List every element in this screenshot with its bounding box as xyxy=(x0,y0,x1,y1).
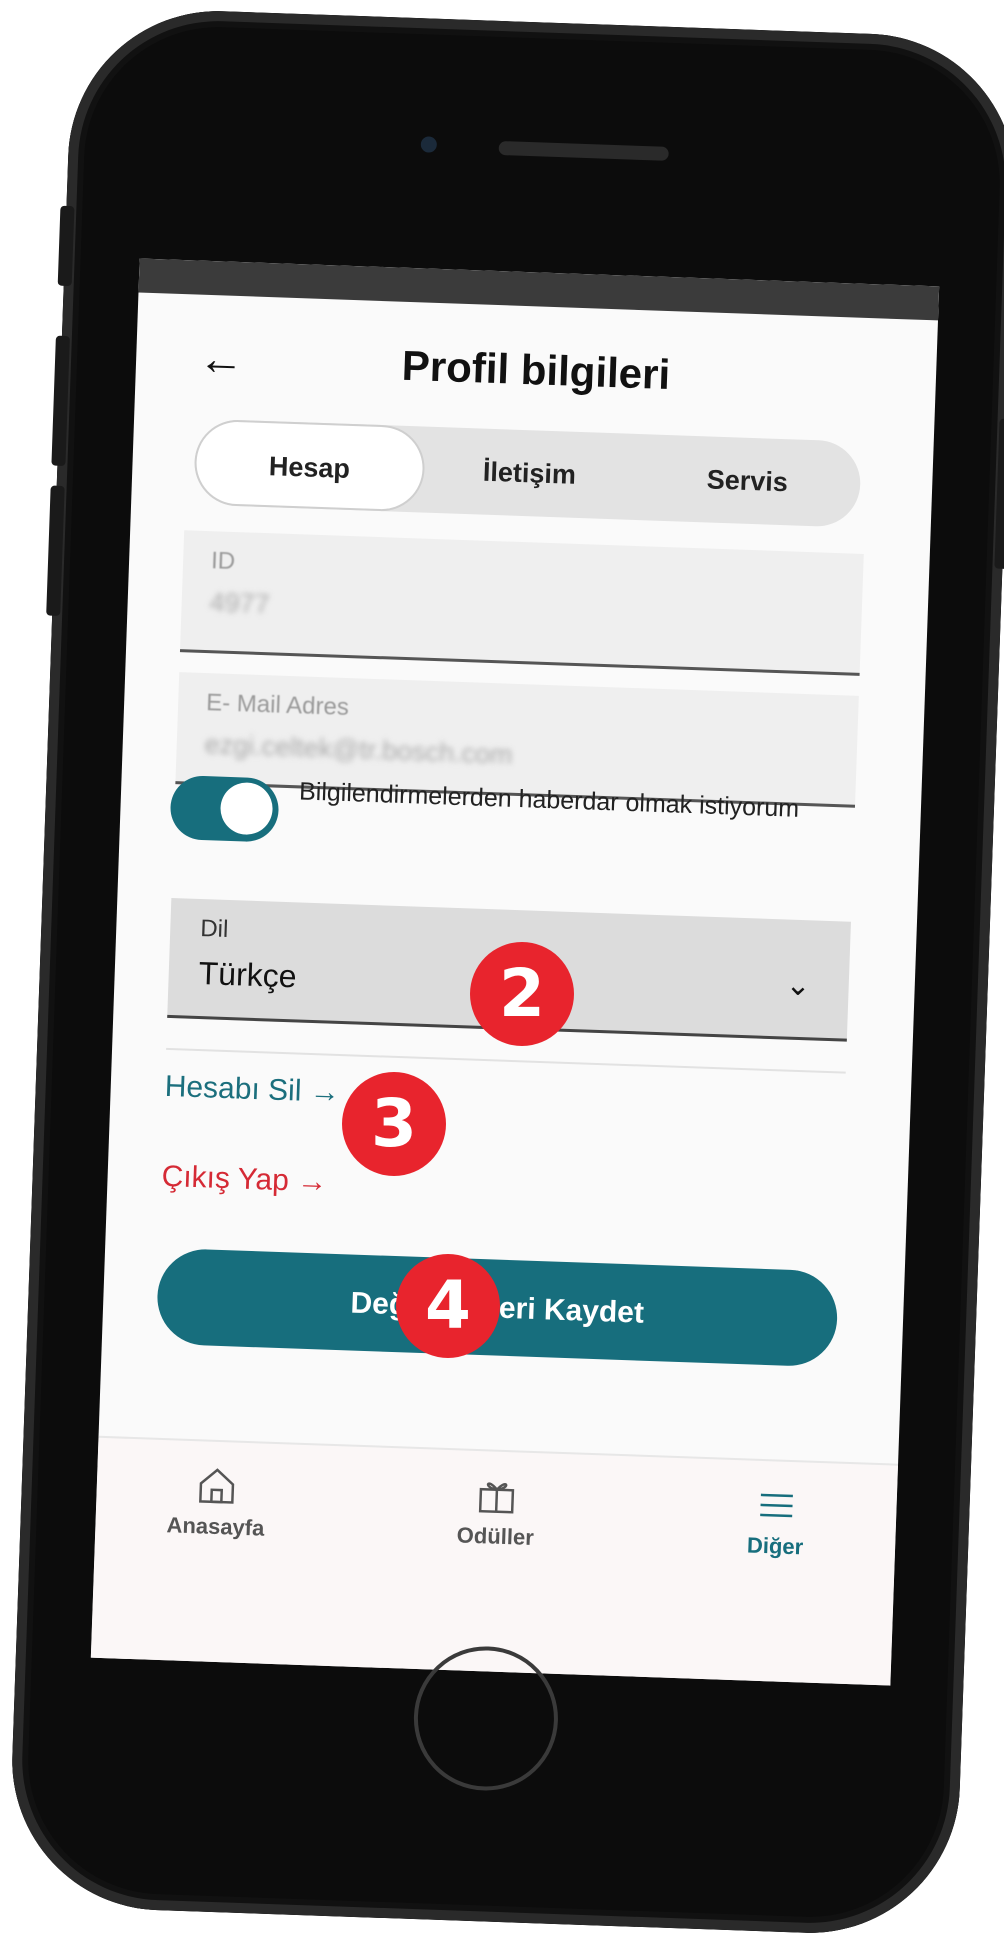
tab-hesap[interactable]: Hesap xyxy=(193,418,426,513)
gift-icon xyxy=(478,1482,515,1514)
chevron-down-icon: ⌄ xyxy=(784,968,812,1003)
language-value: Türkçe xyxy=(198,955,298,995)
menu-icon xyxy=(760,1493,793,1518)
power-button xyxy=(994,418,1004,570)
id-field[interactable]: ID 4977 xyxy=(179,530,864,676)
volume-up-button xyxy=(51,335,70,467)
home-icon xyxy=(199,1468,235,1504)
tab-servis[interactable]: Servis xyxy=(633,434,862,528)
annotation-badge-4: 4 xyxy=(396,1254,500,1358)
camera xyxy=(420,136,438,153)
toggle-knob xyxy=(219,781,274,836)
language-label: Dil xyxy=(199,915,229,943)
nav-label-anasayfa: Anasayfa xyxy=(166,1512,265,1541)
tab-bar: Hesap İletişim Servis xyxy=(193,418,862,528)
id-field-label: ID xyxy=(210,547,236,576)
volume-down-button xyxy=(46,485,65,616)
email-field-value: ezgi.celtek@tr.bosch.com xyxy=(204,729,514,770)
tab-iletisim[interactable]: İletişim xyxy=(423,427,636,520)
notification-toggle[interactable] xyxy=(169,774,280,843)
delete-account-link[interactable]: Hesabı Sil → xyxy=(164,1070,340,1110)
speaker xyxy=(498,140,669,161)
annotation-badge-2: 2 xyxy=(470,942,574,1046)
id-field-value: 4977 xyxy=(209,587,271,620)
nav-item-oduller[interactable]: Odüller xyxy=(394,1448,598,1575)
status-bar xyxy=(138,258,940,321)
logout-link[interactable]: Çıkış Yap → xyxy=(161,1160,328,1200)
email-field-label: E- Mail Adres xyxy=(205,689,350,722)
mute-switch xyxy=(57,205,75,287)
nav-label-diger: Diğer xyxy=(746,1532,804,1560)
page-title: Profil bilgileri xyxy=(401,341,671,399)
nav-item-diger[interactable]: Diğer xyxy=(674,1458,878,1585)
nav-label-oduller: Odüller xyxy=(456,1522,535,1551)
divider xyxy=(166,1047,846,1074)
annotation-badge-3: 3 xyxy=(342,1072,446,1176)
nav-item-anasayfa[interactable]: Anasayfa xyxy=(114,1438,318,1565)
